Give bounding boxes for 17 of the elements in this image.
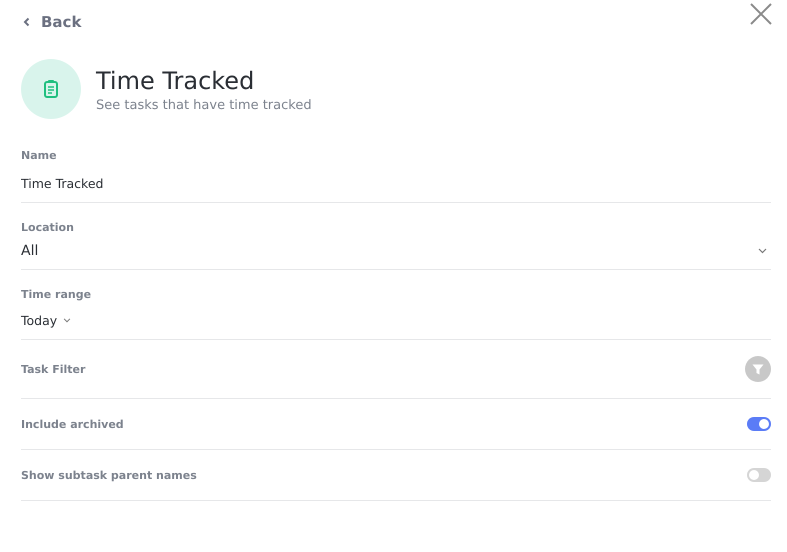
setting-label: Task Filter bbox=[21, 362, 86, 376]
field-label: Location bbox=[21, 221, 74, 234]
toggle-switch[interactable] bbox=[747, 417, 771, 431]
chevron-down-icon bbox=[63, 318, 72, 322]
chevron-down-icon bbox=[758, 248, 767, 254]
field-label: Time range bbox=[21, 288, 92, 301]
time-range-dropdown[interactable]: Today bbox=[21, 311, 72, 329]
page-subtitle: See tasks that have time tracked bbox=[96, 98, 312, 112]
field-label: Name bbox=[21, 149, 57, 162]
chevron-left-icon bbox=[23, 17, 30, 27]
setting-label: Show subtask parent names bbox=[21, 468, 197, 482]
page-title: Time Tracked bbox=[96, 66, 256, 96]
close-icon[interactable] bbox=[750, 3, 772, 25]
location-dropdown[interactable]: All bbox=[21, 243, 771, 259]
back-button[interactable]: Back bbox=[21, 13, 82, 31]
setting-label: Include archived bbox=[21, 418, 124, 430]
toggle-switch[interactable] bbox=[747, 468, 771, 482]
